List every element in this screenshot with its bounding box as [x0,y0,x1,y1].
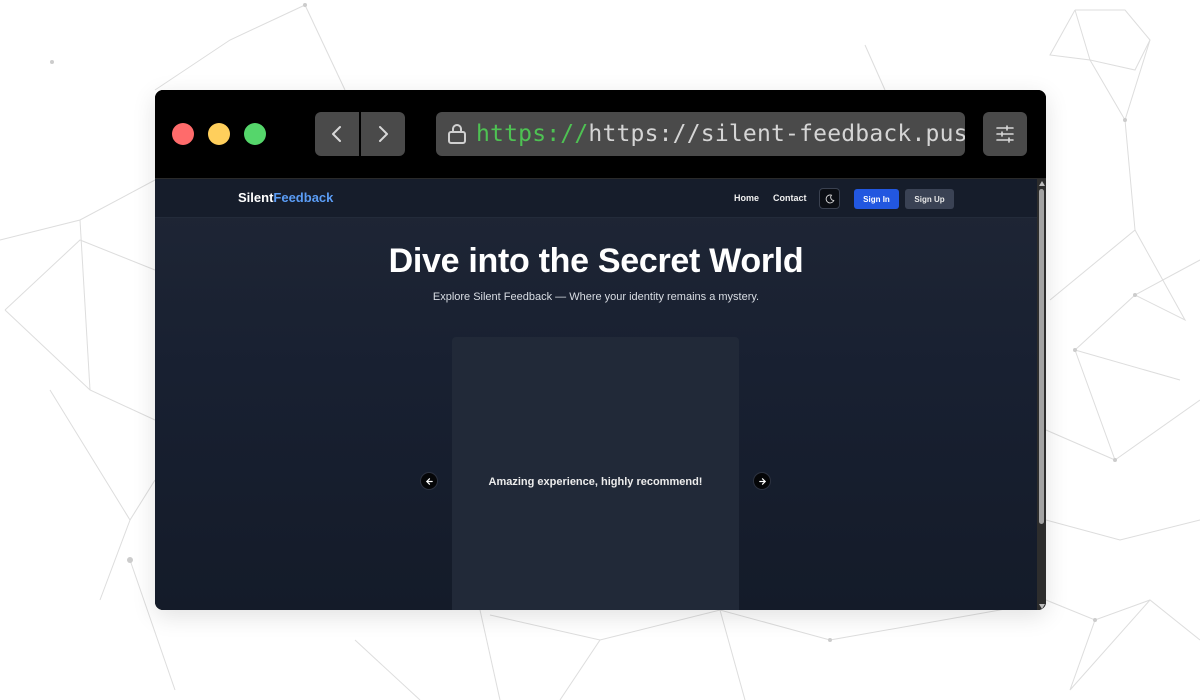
page-scrollbar[interactable] [1037,179,1046,610]
theme-toggle-button[interactable] [819,188,840,209]
close-window-button[interactable] [172,123,194,145]
triangle-up-icon [1038,180,1045,186]
settings-button[interactable] [983,112,1027,156]
scrollbar-thumb[interactable] [1039,189,1044,524]
sign-in-button[interactable]: Sign In [854,189,899,209]
carousel-message: Amazing experience, highly recommend! [488,476,703,488]
carousel-next-button[interactable] [753,472,771,490]
nav-contact-link[interactable]: Contact [773,193,807,203]
scroll-down-arrow[interactable] [1037,602,1046,610]
maximize-window-button[interactable] [244,123,266,145]
page-viewport: SilentFeedback Home Contact Sign In Sign… [155,179,1046,610]
logo-primary-text: Silent [238,190,274,205]
url-text: https://https://silent-feedback.push [476,121,965,147]
hero-subtitle: Explore Silent Feedback — Where your ide… [432,291,760,303]
url-scheme: https:// [476,121,589,147]
chevron-right-icon [379,126,388,142]
arrow-left-icon [425,477,433,485]
arrow-right-icon [758,477,766,485]
lock-icon [448,124,466,144]
moon-icon [825,194,834,203]
carousel-prev-button[interactable] [420,472,438,490]
triangle-down-icon [1038,603,1045,609]
address-bar[interactable]: https://https://silent-feedback.push [436,112,965,156]
url-host: https://silent-feedback.push [588,121,965,147]
nav-home-link[interactable]: Home [734,193,759,203]
chevron-left-icon [332,126,341,142]
sliders-icon [996,125,1014,143]
back-button[interactable] [315,112,359,156]
scroll-up-arrow[interactable] [1037,179,1046,187]
carousel-card [452,337,739,610]
browser-toolbar: https://https://silent-feedback.push [155,90,1046,179]
site-logo[interactable]: SilentFeedback [238,190,333,205]
browser-window: https://https://silent-feedback.push Sil… [155,90,1046,610]
hero-title: Dive into the Secret World [388,242,804,280]
minimize-window-button[interactable] [208,123,230,145]
sign-up-button[interactable]: Sign Up [905,189,954,209]
logo-accent-text: Feedback [273,190,334,205]
site-header: SilentFeedback Home Contact Sign In Sign… [155,179,1037,218]
forward-button[interactable] [361,112,405,156]
